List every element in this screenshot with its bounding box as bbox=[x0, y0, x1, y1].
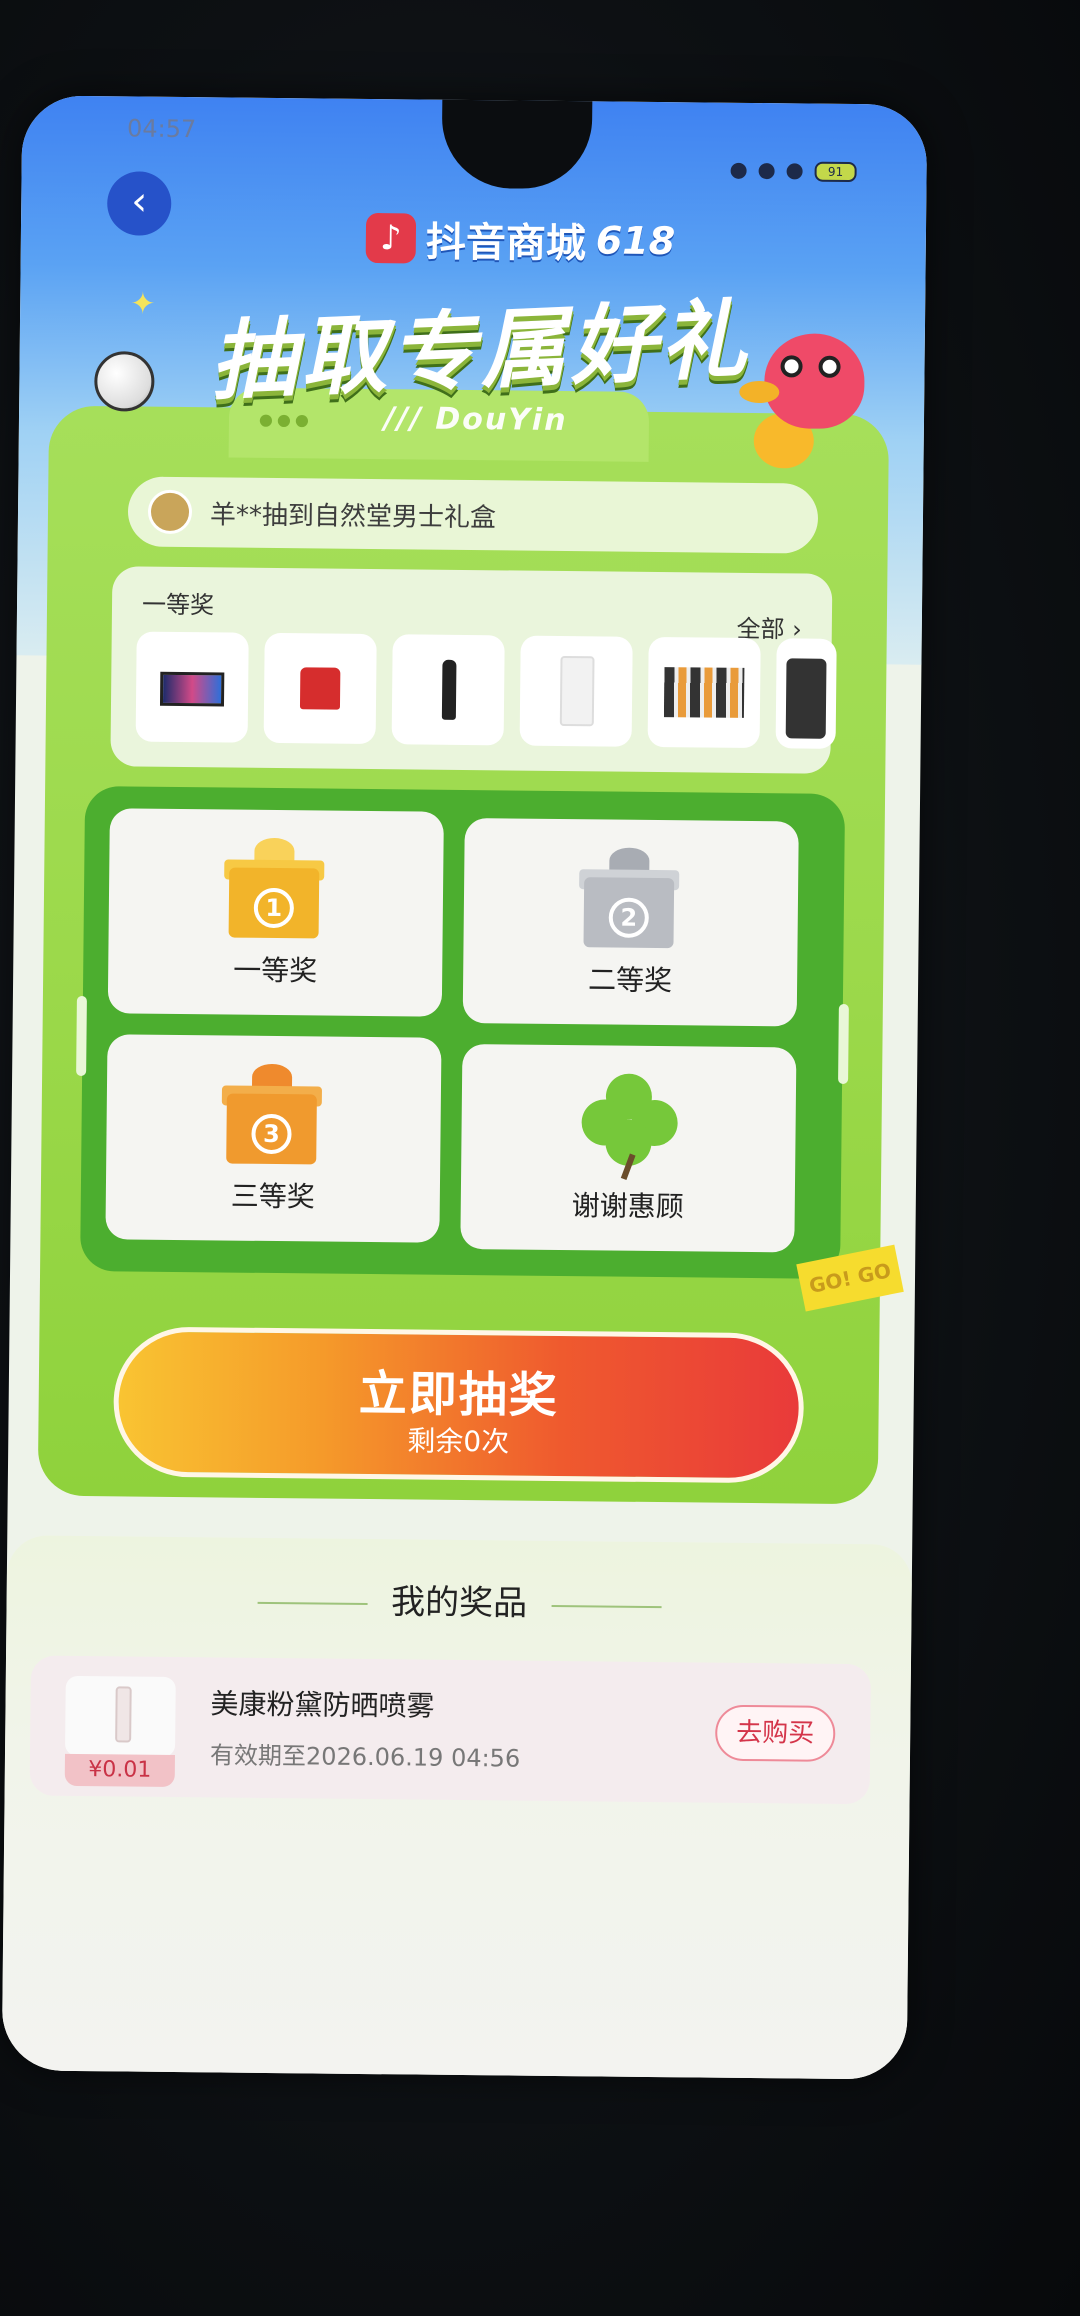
prize-number: 1 bbox=[253, 887, 295, 929]
cell-label: 谢谢惠顾 bbox=[571, 1189, 684, 1224]
prize-thumbnails bbox=[135, 631, 837, 749]
prize-thumb-tv[interactable] bbox=[135, 631, 249, 743]
soccer-ball-icon bbox=[94, 351, 155, 412]
machine-icon bbox=[785, 658, 827, 739]
mascot-eye bbox=[780, 355, 803, 378]
jersey-icon bbox=[299, 667, 341, 710]
phone-screen: 04:57 91 ‹ ♪ 抖音商城 618 ✦ 抽取专属好礼 ●●● /// D… bbox=[1, 95, 928, 2080]
avatar bbox=[147, 489, 193, 535]
spray-bottle-icon bbox=[115, 1686, 132, 1743]
prize-thumb-fridge[interactable] bbox=[519, 635, 633, 747]
lottery-grid: 1 一等奖 2 二等奖 3 三等奖 谢谢惠顾 bbox=[76, 786, 849, 1279]
signal-icon bbox=[758, 163, 775, 180]
price-badge: ¥0.01 bbox=[64, 1753, 175, 1788]
prize-thumb-microphone[interactable] bbox=[391, 634, 505, 746]
divider-left bbox=[257, 1601, 368, 1605]
bird-mascot-icon bbox=[739, 333, 865, 430]
cell-label: 三等奖 bbox=[230, 1179, 316, 1214]
go-buy-button[interactable]: 去购买 bbox=[714, 1704, 836, 1762]
prize-preview: 一等奖 全部 › bbox=[110, 566, 837, 774]
grid-cell-thanks: 谢谢惠顾 bbox=[460, 1043, 797, 1253]
battery-icon: 91 bbox=[814, 161, 857, 183]
back-button[interactable]: ‹ bbox=[106, 171, 172, 236]
prize-row-label: 一等奖 bbox=[141, 590, 215, 620]
grid-cell-first-prize: 1 一等奖 bbox=[107, 808, 444, 1017]
grid-cell-third-prize: 3 三等奖 bbox=[105, 1034, 442, 1243]
winner-ticker: 羊**抽到自然堂男士礼盒 bbox=[127, 476, 819, 554]
brand-name: 抖音商城 bbox=[425, 219, 587, 268]
expiry-date: 有效期至2026.06.19 04:56 bbox=[209, 1741, 521, 1773]
microphone-icon bbox=[441, 659, 457, 720]
wifi-icon bbox=[786, 163, 803, 180]
fridge-icon bbox=[559, 655, 595, 727]
douyin-logo-icon: ♪ bbox=[365, 212, 417, 264]
brand-suffix: 618 bbox=[595, 218, 676, 264]
gold-gift-icon: 1 bbox=[224, 837, 325, 939]
prize-item-card[interactable]: ¥0.01 美康粉黛防晒喷雾 有效期至2026.06.19 04:56 去购买 bbox=[29, 1655, 871, 1805]
prize-number: 3 bbox=[251, 1113, 292, 1155]
phones-icon bbox=[663, 667, 745, 718]
silver-gift-icon: 2 bbox=[578, 847, 680, 949]
cell-label: 二等奖 bbox=[587, 963, 673, 998]
grid-handle-right bbox=[838, 1003, 849, 1085]
cell-label: 一等奖 bbox=[233, 953, 318, 988]
mascot-beak bbox=[739, 380, 780, 404]
bronze-gift-icon: 3 bbox=[221, 1063, 323, 1165]
prize-number: 2 bbox=[608, 897, 649, 938]
my-prizes-header: 我的奖品 bbox=[6, 1570, 911, 1628]
clover-icon bbox=[581, 1073, 678, 1180]
grid-handle-left bbox=[76, 995, 87, 1077]
status-icons: 91 bbox=[730, 161, 857, 183]
ticker-text: 羊**抽到自然堂男士礼盒 bbox=[209, 499, 497, 533]
prize-thumb-phones[interactable] bbox=[647, 636, 761, 749]
section-title: 我的奖品 bbox=[390, 1582, 528, 1624]
divider-right bbox=[551, 1604, 662, 1608]
prize-thumb-jersey[interactable] bbox=[263, 632, 377, 745]
tv-icon bbox=[159, 671, 225, 707]
grid-cell-second-prize: 2 二等奖 bbox=[462, 817, 799, 1027]
mascot-eye bbox=[818, 355, 841, 378]
product-image bbox=[64, 1675, 176, 1758]
status-time: 04:57 bbox=[126, 114, 197, 144]
draw-button-remaining: 剩余0次 bbox=[407, 1424, 510, 1459]
chevron-left-icon: ‹ bbox=[131, 178, 148, 225]
page-headline: 抽取专属好礼 bbox=[208, 289, 753, 413]
prize-thumb-machine[interactable] bbox=[775, 638, 837, 749]
draw-now-button[interactable]: 立即抽奖 剩余0次 bbox=[112, 1326, 805, 1484]
product-name: 美康粉黛防晒喷雾 bbox=[210, 1687, 435, 1723]
sparkle-icon: ✦ bbox=[130, 286, 156, 322]
alarm-icon bbox=[730, 162, 747, 179]
brand-header: ♪ 抖音商城 618 bbox=[365, 209, 676, 270]
